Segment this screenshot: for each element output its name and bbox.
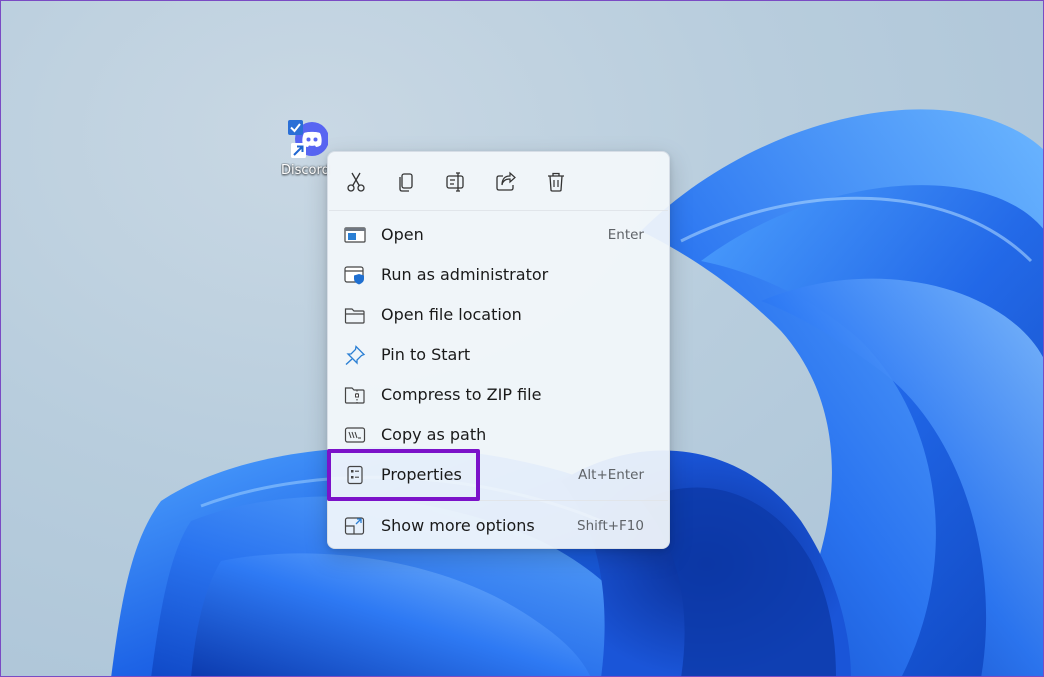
open-window-icon: [344, 227, 366, 243]
menu-item-compress-to-zip[interactable]: Compress to ZIP file: [334, 376, 663, 414]
trash-icon: [548, 172, 564, 192]
menu-divider: [329, 210, 668, 211]
menu-item-label: Compress to ZIP file: [381, 385, 542, 404]
menu-item-label: Open: [381, 225, 424, 244]
zip-folder-icon: [344, 387, 365, 404]
menu-item-show-more-options[interactable]: Show more options Shift+F10: [334, 507, 663, 545]
cut-button[interactable]: [338, 165, 374, 199]
shield-icon: [344, 266, 364, 285]
scissors-icon: [347, 172, 365, 192]
copy-button[interactable]: [388, 165, 424, 199]
menu-item-label: Copy as path: [381, 425, 487, 444]
menu-item-open-file-location[interactable]: Open file location: [334, 296, 663, 334]
folder-icon: [344, 308, 365, 324]
desktop-screen: Discord Open Enter Run as administrator …: [0, 0, 1044, 677]
share-button[interactable]: [488, 165, 524, 199]
menu-item-label: Open file location: [381, 305, 522, 324]
quick-actions-bar: [328, 152, 669, 210]
delete-button[interactable]: [538, 165, 574, 199]
pin-icon: [345, 345, 366, 365]
copy-icon: [399, 173, 413, 192]
menu-item-run-as-administrator[interactable]: Run as administrator: [334, 256, 663, 294]
discord-icon: [288, 120, 328, 158]
menu-item-label: Show more options: [381, 516, 535, 535]
checkmark-icon: [288, 120, 303, 135]
more-options-icon: [344, 517, 365, 535]
menu-item-label: Pin to Start: [381, 345, 471, 364]
menu-item-shortcut: Enter: [607, 227, 644, 243]
share-icon: [496, 171, 516, 191]
menu-item-shortcut: Shift+F10: [577, 518, 644, 534]
rename-button[interactable]: [438, 165, 474, 199]
menu-item-label: Run as administrator: [381, 265, 549, 284]
menu-item-shortcut: Alt+Enter: [578, 467, 644, 483]
menu-item-open[interactable]: Open Enter: [334, 216, 663, 254]
rename-icon: [446, 172, 464, 192]
properties-highlight-box: [327, 449, 480, 501]
menu-item-pin-to-start[interactable]: Pin to Start: [334, 336, 663, 374]
path-icon: [344, 427, 366, 443]
